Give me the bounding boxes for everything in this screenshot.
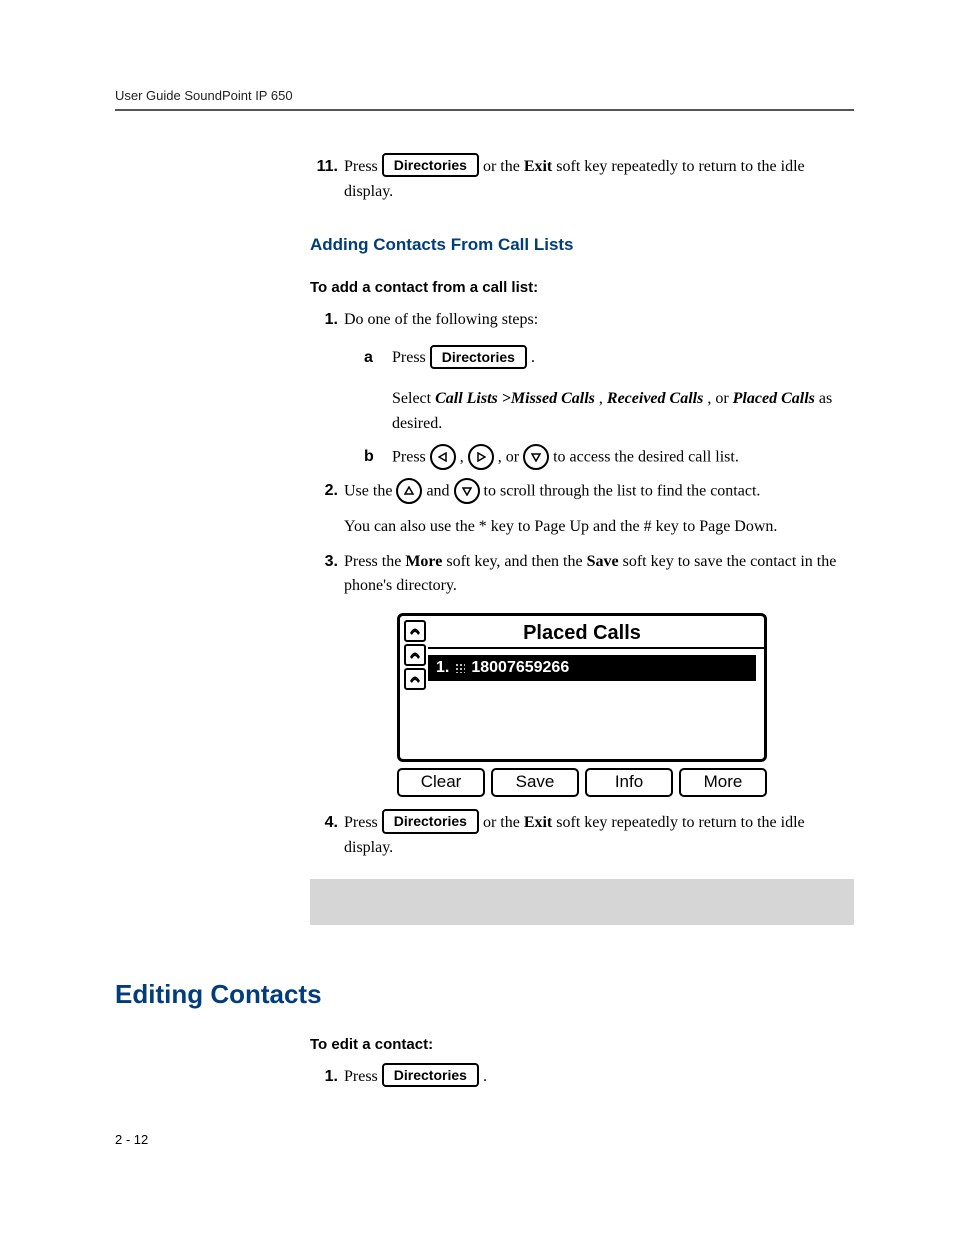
text: Press: [344, 814, 382, 831]
step-number: 1.: [310, 308, 344, 471]
text: Do one of the following steps:: [344, 311, 538, 328]
step-4: 4. Press Directories or the Exit soft ke…: [310, 811, 854, 861]
text: You can also use the * key to Page Up an…: [344, 515, 854, 540]
step-3: 3. Press the More soft key, and then the…: [310, 550, 854, 600]
running-header: User Guide SoundPoint IP 650: [115, 88, 854, 103]
text: .: [531, 349, 535, 366]
phone-line-icon: [404, 620, 426, 642]
directories-button: Directories: [430, 345, 527, 369]
softkey-row: Clear Save Info More: [397, 768, 767, 797]
exit-softkey-name: Exit: [524, 814, 552, 831]
text: soft key, and then the: [446, 553, 586, 570]
line-icons: [404, 620, 426, 690]
menu-path: Received Calls: [607, 390, 703, 407]
arrow-down-icon: [454, 478, 480, 504]
directories-button: Directories: [382, 1063, 479, 1087]
menu-path: Call Lists >Missed Calls: [435, 390, 595, 407]
text: ,: [599, 390, 607, 407]
directories-button: Directories: [382, 153, 479, 177]
step-number: 2.: [310, 479, 344, 540]
text: , or: [498, 448, 523, 465]
phone-line-icon: [404, 644, 426, 666]
step-1: 1. Do one of the following steps: a Pres…: [310, 308, 854, 471]
save-softkey-name: Save: [587, 553, 619, 570]
note-placeholder-bar: [310, 879, 854, 925]
step-number: 4.: [310, 811, 344, 861]
more-softkey-name: More: [405, 553, 442, 570]
screen-title: Placed Calls: [400, 616, 764, 647]
heading-adding-contacts: Adding Contacts From Call Lists: [310, 235, 854, 255]
text: Press: [392, 448, 430, 465]
arrow-down-icon: [523, 444, 549, 470]
phone-line-icon: [404, 668, 426, 690]
page-number: 2 - 12: [115, 1132, 148, 1147]
substep-letter: a: [344, 346, 392, 436]
directories-button: Directories: [382, 809, 479, 833]
softkey-more: More: [679, 768, 767, 797]
step-number: 1.: [310, 1065, 344, 1090]
text: Select: [392, 390, 435, 407]
task-heading-add: To add a contact from a call list:: [310, 279, 854, 296]
arrow-up-icon: [396, 478, 422, 504]
text: Press the: [344, 553, 405, 570]
softkey-clear: Clear: [397, 768, 485, 797]
step-number: 3.: [310, 550, 344, 600]
text: to scroll through the list to find the c…: [484, 482, 761, 499]
substep-letter: b: [344, 445, 392, 471]
call-number: 18007659266: [471, 659, 569, 677]
menu-path: Placed Calls: [733, 390, 815, 407]
text: , or: [707, 390, 732, 407]
text: Use the: [344, 482, 396, 499]
text: Press: [344, 1068, 382, 1085]
text: or the: [483, 814, 524, 831]
heading-editing-contacts: Editing Contacts: [115, 967, 854, 1010]
edit-step-1: 1. Press Directories .: [310, 1065, 854, 1090]
text: to access the desired call list.: [553, 448, 739, 465]
text: or the: [483, 158, 524, 175]
text: Press: [344, 158, 382, 175]
softkey-save: Save: [491, 768, 579, 797]
arrow-left-icon: [430, 444, 456, 470]
arrow-right-icon: [468, 444, 494, 470]
exit-softkey-name: Exit: [524, 158, 552, 175]
text: .: [483, 1068, 487, 1085]
text: Press: [392, 349, 430, 366]
selected-call-row: 1. 18007659266: [428, 655, 756, 681]
task-heading-edit: To edit a contact:: [310, 1036, 854, 1053]
divider: [428, 647, 764, 649]
phone-screenshot: Placed Calls 1. 18007659266 Clear Save I…: [397, 613, 767, 797]
step-number: 11.: [310, 155, 344, 205]
softkey-info: Info: [585, 768, 673, 797]
header-rule: [115, 109, 854, 111]
step-11: 11. Press Directories or the Exit soft k…: [310, 155, 854, 205]
dialpad-icon: [455, 663, 465, 673]
text: ,: [460, 448, 468, 465]
substep-a: a Press Directories . Select Call Lists …: [344, 346, 854, 436]
text: and: [426, 482, 453, 499]
substep-b: b Press , , or: [344, 445, 854, 471]
step-2: 2. Use the and to scroll through the lis…: [310, 479, 854, 540]
